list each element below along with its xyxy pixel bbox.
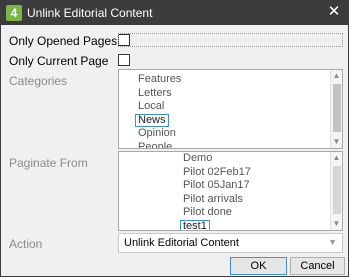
only-opened-pages-label: Only Opened Pages — [9, 34, 118, 48]
categories-label: Categories — [9, 74, 68, 88]
only-opened-pages-focus-rect — [118, 33, 343, 47]
scroll-up-icon[interactable]: ▲ — [331, 71, 342, 81]
paginate-from-item[interactable]: Pilot done — [183, 206, 232, 219]
window-title: Unlink Editorial Content — [27, 6, 153, 20]
categories-item[interactable]: Opinion — [138, 127, 176, 140]
close-icon[interactable]: ✕ — [326, 4, 342, 20]
categories-item[interactable]: News — [135, 113, 169, 127]
paginate-from-listbox[interactable]: test1 Pilot done Pilot arrivals Pilot 05Jan… — [118, 151, 343, 231]
paginate-from-scroll-thumb[interactable] — [333, 166, 341, 214]
app-icon: 4 — [6, 5, 22, 21]
paginate-from-item[interactable]: test1 — [180, 219, 210, 230]
paginate-from-scrollbar[interactable]: ▲ ▼ — [330, 152, 342, 230]
unlink-editorial-content-dialog: 4 Unlink Editorial Content ✕ Only Opened… — [0, 0, 349, 277]
categories-scrollbar[interactable]: ▲ ▼ — [330, 70, 342, 148]
only-current-page-label: Only Current Page — [9, 54, 109, 68]
ok-button[interactable]: OK — [230, 257, 287, 275]
paginate-from-item[interactable]: Pilot 02Feb17 — [183, 166, 251, 179]
paginate-from-label: Paginate From — [9, 156, 88, 170]
scroll-down-icon[interactable]: ▼ — [331, 137, 342, 147]
only-current-page-checkbox[interactable] — [118, 54, 130, 66]
categories-item[interactable]: Features — [138, 73, 181, 86]
action-dropdown-value: Unlink Editorial Content — [124, 237, 239, 249]
title-bar: 4 Unlink Editorial Content ✕ — [1, 1, 348, 25]
action-dropdown[interactable]: Unlink Editorial Content ▼ — [118, 233, 343, 253]
scroll-up-icon[interactable]: ▲ — [331, 153, 342, 163]
paginate-from-item[interactable]: Pilot 05Jan17 — [183, 179, 250, 192]
scroll-down-icon[interactable]: ▼ — [331, 219, 342, 229]
categories-item[interactable]: Local — [138, 100, 164, 113]
paginate-from-item[interactable]: Pilot arrivals — [183, 193, 243, 206]
categories-item[interactable]: Letters — [138, 87, 172, 100]
categories-listbox[interactable]: People Opinion News Local Letters Features ▲ … — [118, 69, 343, 149]
action-label: Action — [9, 237, 43, 251]
chevron-down-icon: ▼ — [328, 237, 337, 247]
paginate-from-item[interactable]: Demo — [183, 152, 212, 165]
categories-scroll-thumb[interactable] — [333, 84, 341, 132]
cancel-button[interactable]: Cancel — [290, 257, 345, 275]
categories-item[interactable]: People — [138, 141, 172, 149]
